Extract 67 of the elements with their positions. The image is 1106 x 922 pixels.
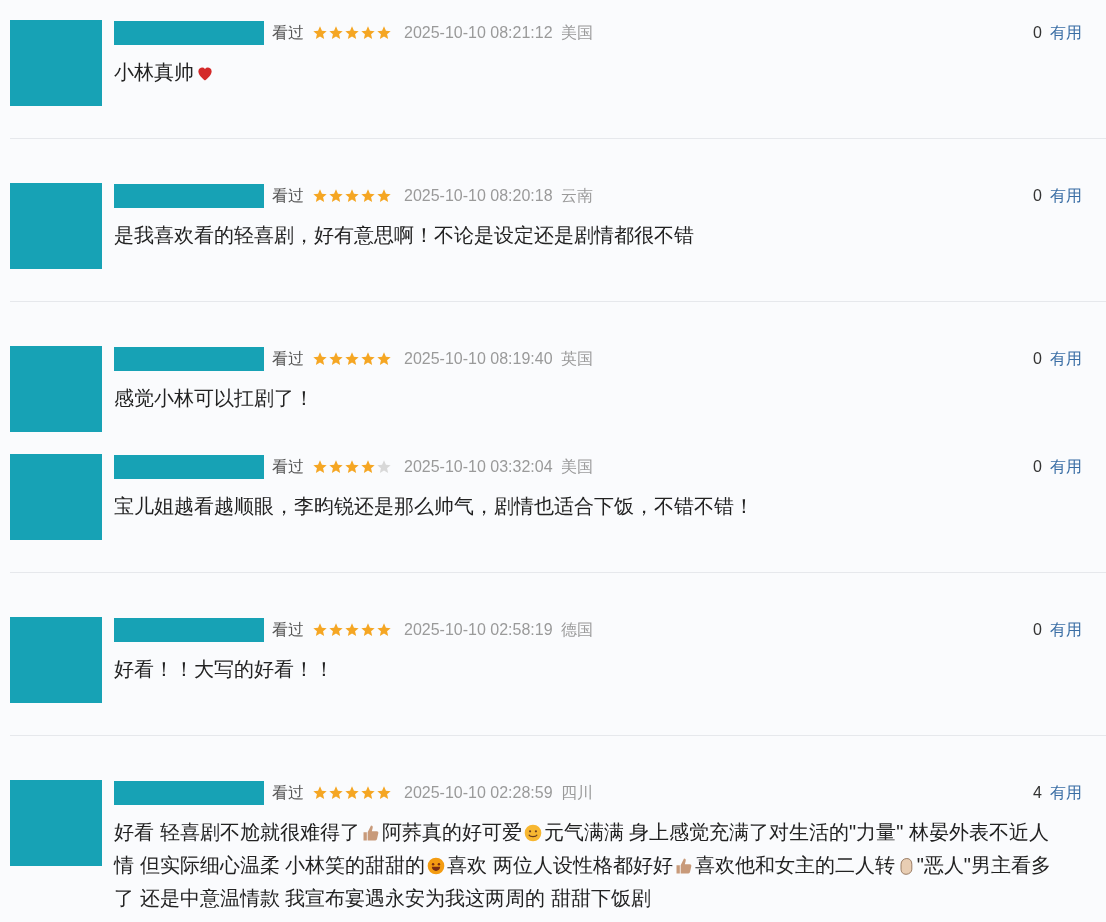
helpful-button[interactable]: 有用	[1050, 781, 1082, 805]
review-time: 2025-10-10 02:58:19	[404, 620, 553, 640]
star-icon	[344, 459, 360, 475]
review-time: 2025-10-10 08:19:40	[404, 349, 553, 369]
star-icon	[344, 622, 360, 638]
star-icon	[328, 351, 344, 367]
star-icon	[344, 351, 360, 367]
watched-status: 看过	[272, 457, 304, 477]
review-location: 四川	[560, 783, 593, 803]
star-icon	[312, 622, 328, 638]
star-icon	[328, 785, 344, 801]
star-icon	[360, 622, 376, 638]
review-location: 英国	[560, 349, 593, 369]
star-icon	[376, 188, 392, 204]
star-icon	[360, 25, 376, 41]
star-icon	[312, 188, 328, 204]
review-text: 好看！！大写的好看！！	[114, 657, 335, 682]
star-icon	[328, 622, 344, 638]
star-icon	[312, 351, 328, 367]
star-icon	[344, 25, 360, 41]
review-location: 云南	[560, 186, 593, 206]
review-time: 2025-10-10 08:20:18	[404, 186, 553, 206]
review-time: 2025-10-10 02:28:59	[404, 783, 553, 803]
helpful-count: 4	[1033, 783, 1042, 803]
review-location: 美国	[560, 23, 593, 43]
helpful-button[interactable]: 有用	[1050, 347, 1082, 371]
star-icon	[328, 25, 344, 41]
helpful-button[interactable]: 有用	[1050, 618, 1082, 642]
star-icon	[360, 785, 376, 801]
helpful-count: 0	[1033, 23, 1042, 43]
helpful-button[interactable]: 有用	[1050, 455, 1082, 479]
review-text: 小林真帅	[114, 56, 1054, 89]
star-icon	[376, 25, 392, 41]
helpful-count: 0	[1033, 620, 1042, 640]
star-icon	[360, 351, 376, 367]
smiling-face-icon	[522, 823, 543, 843]
star-icon	[344, 785, 360, 801]
review-text: 感觉小林可以扛剧了！	[114, 386, 315, 411]
review-text: 宝儿姐越看越顺眼，李昀锐还是那么帅气，剧情也适合下饭，不错不错！	[114, 494, 755, 519]
helpful-count: 0	[1033, 457, 1042, 477]
star-icon	[312, 785, 328, 801]
helpful-count: 0	[1033, 349, 1042, 369]
helpful-count: 0	[1033, 186, 1042, 206]
star-icon	[376, 351, 392, 367]
star-icon	[328, 188, 344, 204]
star-icon	[376, 785, 392, 801]
helpful-button[interactable]: 有用	[1050, 184, 1082, 208]
review-text: 是我喜欢看的轻喜剧，好有意思啊！不论是设定还是剧情都很不错	[114, 223, 695, 248]
review-location: 美国	[560, 457, 593, 477]
star-icon	[328, 459, 344, 475]
watched-status: 看过	[272, 349, 304, 369]
watched-status: 看过	[272, 620, 304, 640]
star-icon	[360, 188, 376, 204]
star-icon	[344, 188, 360, 204]
helpful-button[interactable]: 有用	[1050, 21, 1082, 45]
review-time: 2025-10-10 03:32:04	[404, 457, 553, 477]
watched-status: 看过	[272, 23, 304, 43]
review-location: 德国	[560, 620, 593, 640]
grinning-face-icon	[426, 856, 447, 876]
star-icon	[360, 459, 376, 475]
star-icon	[376, 622, 392, 638]
watched-status: 看过	[272, 783, 304, 803]
watched-status: 看过	[272, 186, 304, 206]
review-text: 好看 轻喜剧不尬就很难得了 阿荞真的好可爱 元气满满 身上感觉充满了对生活的"力量" 林晏外表不近人情 但实际细心温柔 小林笑的甜甜的 喜欢 两位人设性格都好好 喜欢他和女主的二人转 "恶人"男主看多了 还是中意温情款 我宣布宴遇永安为我这两周的 甜甜下饭剧	[114, 820, 1052, 911]
star-icon	[312, 459, 328, 475]
review-time: 2025-10-10 08:21:12	[404, 23, 553, 43]
star-icon	[312, 25, 328, 41]
